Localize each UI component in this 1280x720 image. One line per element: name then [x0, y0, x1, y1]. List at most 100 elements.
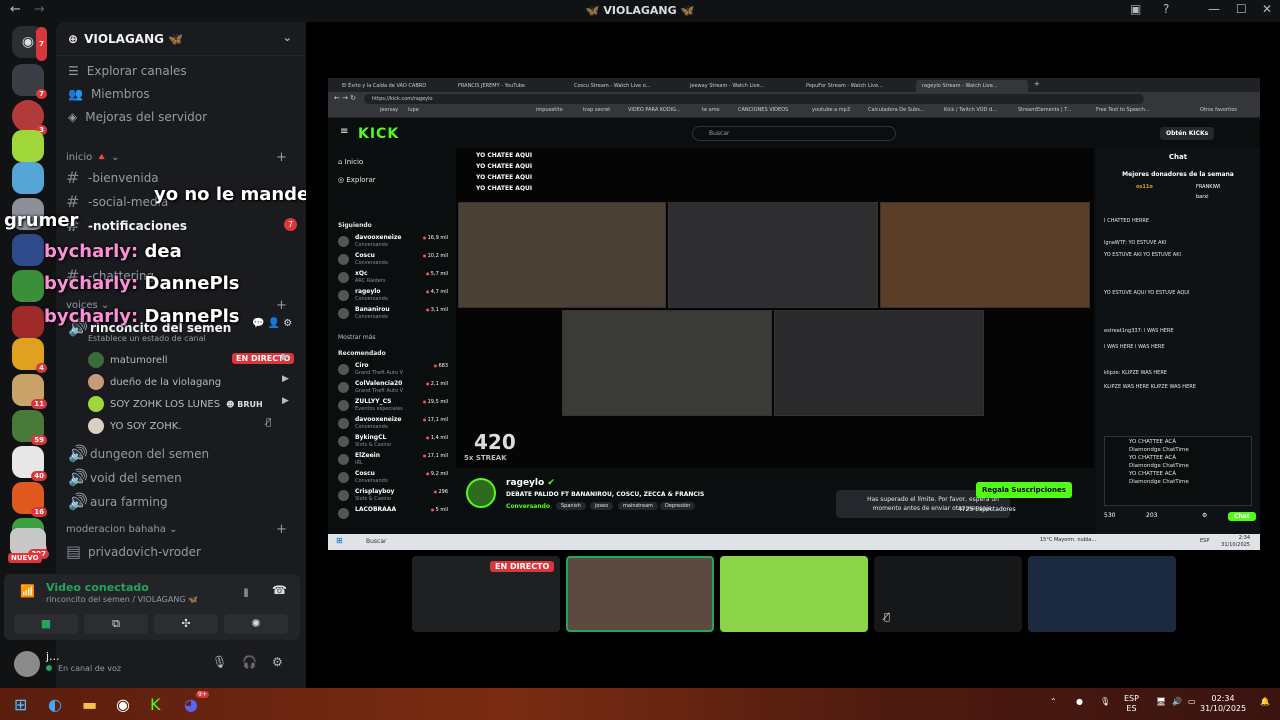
recommended-item[interactable]: ColValencia20Grand Theft Auto V 2,1 mil [338, 380, 448, 396]
inbox-icon[interactable]: ▣ [1130, 2, 1141, 16]
donor[interactable]: barxi [1196, 194, 1209, 200]
volume-icon[interactable]: 🔊 [1172, 697, 1182, 707]
browser-tab[interactable]: FRANCIS JEREMY - YouTube [452, 80, 564, 92]
language-indicator[interactable]: ESP ES [1124, 694, 1139, 714]
participant-tile-screen[interactable]: EN DIRECTO [412, 556, 560, 632]
kick-nav-explore[interactable]: ◎ Explorar [338, 176, 376, 184]
inner-lang[interactable]: ESP [1200, 538, 1209, 544]
bookmark[interactable]: Otros favoritos [1200, 107, 1237, 113]
username[interactable]: j... [46, 650, 60, 663]
channel-name[interactable]: rageylo ✔ [506, 478, 555, 488]
server-icon-3[interactable] [12, 130, 44, 162]
server-icon-8[interactable] [12, 306, 44, 338]
tray-app-icon[interactable]: ● [1076, 697, 1083, 707]
following-item[interactable]: BananirouConversando 3,1 mil [338, 306, 448, 322]
add-channel-icon[interactable]: + [276, 522, 287, 537]
server-icon-6[interactable] [12, 234, 44, 266]
help-icon[interactable]: ? [1163, 2, 1169, 16]
following-item[interactable]: xQcARC Raiders 5,7 mil [338, 270, 448, 286]
server-icon-2[interactable]: 3 [12, 100, 47, 135]
server-icon-1[interactable]: 7 [12, 64, 47, 99]
stream-tag[interactable]: joseo [590, 502, 614, 510]
voice-user-zohk[interactable]: YO SOY ZOHK. [88, 418, 182, 434]
chat-settings-icon[interactable]: ⚙ [1202, 512, 1207, 519]
category-inicio[interactable]: inicio 🔺 ⌄ + [66, 150, 287, 165]
network-icon[interactable]: 🖥 [1156, 697, 1166, 707]
server-icon-13[interactable]: 16 [12, 482, 47, 517]
channel-status-hint[interactable]: Establece un estado de canal [88, 334, 206, 343]
inner-clock[interactable]: 2:34 31/10/2025 [1221, 535, 1250, 549]
tray-chevron-icon[interactable]: ⌃ [1050, 697, 1057, 707]
participant-tile-selected[interactable] [566, 556, 714, 632]
voice-user-matumorell[interactable]: matumorell [88, 352, 168, 368]
stream-tag[interactable]: mainstream [618, 502, 659, 510]
voice-user-zohk-lunes[interactable]: SOY ZOHK LOS LUNES ☻ BRUH [88, 396, 263, 412]
server-icon-15[interactable]: 397 [10, 528, 49, 559]
participant-tile-green[interactable] [720, 556, 868, 632]
recommended-item[interactable]: BykingCLSlots & Casino 1,4 mil [338, 434, 448, 450]
donor[interactable]: FRANKIWI [1196, 184, 1220, 190]
following-item[interactable]: CoscuConversando 10,2 mil [338, 252, 448, 268]
disconnect-icon[interactable]: ☎ [272, 583, 287, 597]
gift-subs-button[interactable]: Regala Suscripciones [976, 482, 1072, 498]
battery-icon[interactable]: ▭ [1188, 697, 1196, 707]
following-item[interactable]: davooxeneizeConversando 16,9 mil [338, 234, 448, 250]
kick-nav-home[interactable]: ⌂ Inicio [338, 158, 363, 166]
chat-send-button[interactable]: Chat [1228, 512, 1256, 521]
bookmark[interactable]: impuestito [536, 107, 563, 113]
add-channel-icon[interactable]: + [276, 150, 287, 165]
headphones-icon[interactable]: 🎧 [242, 655, 257, 669]
recommended-item[interactable]: CoscuConversando 9,2 mil [338, 470, 448, 486]
bookmark[interactable]: Kick / Twitch VOD d... [944, 107, 997, 113]
stream-tag[interactable]: Depresión [660, 502, 696, 510]
bookmark[interactable]: StreamElements | T... [1018, 107, 1072, 113]
participant-tile-muted[interactable]: 🎙̸ [874, 556, 1022, 632]
category-moderacion[interactable]: moderacion bahaha ⌄ + [66, 522, 287, 537]
show-more-link[interactable]: Mostrar más [338, 334, 376, 341]
settings-gear-icon[interactable]: ⚙ [272, 655, 283, 669]
activities-button[interactable]: ✣ [154, 614, 218, 634]
recommended-item[interactable]: ElZeeinIRL 17,1 mil [338, 452, 448, 468]
clock[interactable]: 02:34 31/10/2025 [1200, 694, 1246, 714]
recommended-item[interactable]: davooxeneizeConversando 17,1 mil [338, 416, 448, 432]
bookmark[interactable]: Calculadora De Subs... [868, 107, 925, 113]
voice-channel-dungeon[interactable]: 🔊 dungeon del semen [68, 444, 209, 463]
chevron-down-icon[interactable]: ⌄ [283, 31, 292, 44]
server-icon-4[interactable] [12, 162, 44, 194]
server-boosts[interactable]: ◈ Mejoras del servidor [68, 110, 207, 124]
windows-start-icon[interactable]: ⊞ [14, 695, 27, 714]
voice-channel-aura[interactable]: 🔊 aura farming [68, 492, 168, 511]
streamer-avatar[interactable] [466, 478, 496, 508]
nav-arrows-icon[interactable]: ← → ↻ [334, 94, 356, 102]
avatar[interactable] [14, 651, 40, 677]
get-kicks-button[interactable]: Obtén KICKs [1160, 127, 1215, 140]
server-icon-10[interactable]: 11 [12, 374, 47, 409]
soundboard-icon[interactable]: 𝍪 [244, 584, 248, 605]
recommended-item[interactable]: ZULLYY_CSEventos especiales 19,5 mil [338, 398, 448, 414]
chat-input[interactable]: YO CHATTEE ACÁ Diamondge ChatTime YO CHA… [1104, 436, 1252, 506]
bookmark[interactable]: VIDEO PARA KODIG... [628, 107, 681, 113]
server-icon-11[interactable]: 59 [12, 410, 47, 445]
microphone-icon[interactable]: 🎙 [212, 655, 227, 669]
voice-user-dueno[interactable]: dueño de la violagang [88, 374, 221, 390]
voice-status[interactable]: Video conectado [46, 581, 149, 594]
participant-tile-cam[interactable] [1028, 556, 1176, 632]
edge-browser-icon[interactable]: ◐ [48, 695, 62, 714]
voice-channel-actions[interactable]: 💬 👤 ⚙ [252, 318, 292, 329]
recommended-item[interactable]: LACOBRAAA 5 mil [338, 506, 448, 522]
bookmark[interactable]: te amo [702, 107, 720, 113]
camera-button[interactable]: ■ [14, 614, 78, 634]
video-player[interactable]: YO CHATEE AQUI YO CHATEE AQUI YO CHATEE … [456, 148, 1094, 468]
shared-screen[interactable]: El Éxito y la Caída de VAO CABRO FRANCIS… [328, 78, 1260, 550]
explore-channels[interactable]: ☰ Explorar canales [68, 64, 187, 78]
server-header[interactable]: ⊕ VIOLAGANG 🦋 ⌄ [56, 22, 306, 56]
channel-bienvenida[interactable]: # -bienvenida [66, 168, 159, 187]
obs-icon[interactable]: ◉ [116, 695, 130, 714]
browser-tab[interactable]: Coscu Stream - Watch Live o... [568, 80, 680, 92]
stream-tag[interactable]: Spanish [556, 502, 586, 510]
menu-icon[interactable]: ≡ [340, 126, 348, 137]
file-explorer-icon[interactable]: ▬ [82, 695, 97, 714]
discord-icon[interactable]: ◕ [184, 695, 198, 714]
new-tab-icon[interactable]: + [1034, 80, 1040, 88]
voice-location[interactable]: rinconcito del semen / VIOLAGANG 🦋 [46, 595, 198, 604]
